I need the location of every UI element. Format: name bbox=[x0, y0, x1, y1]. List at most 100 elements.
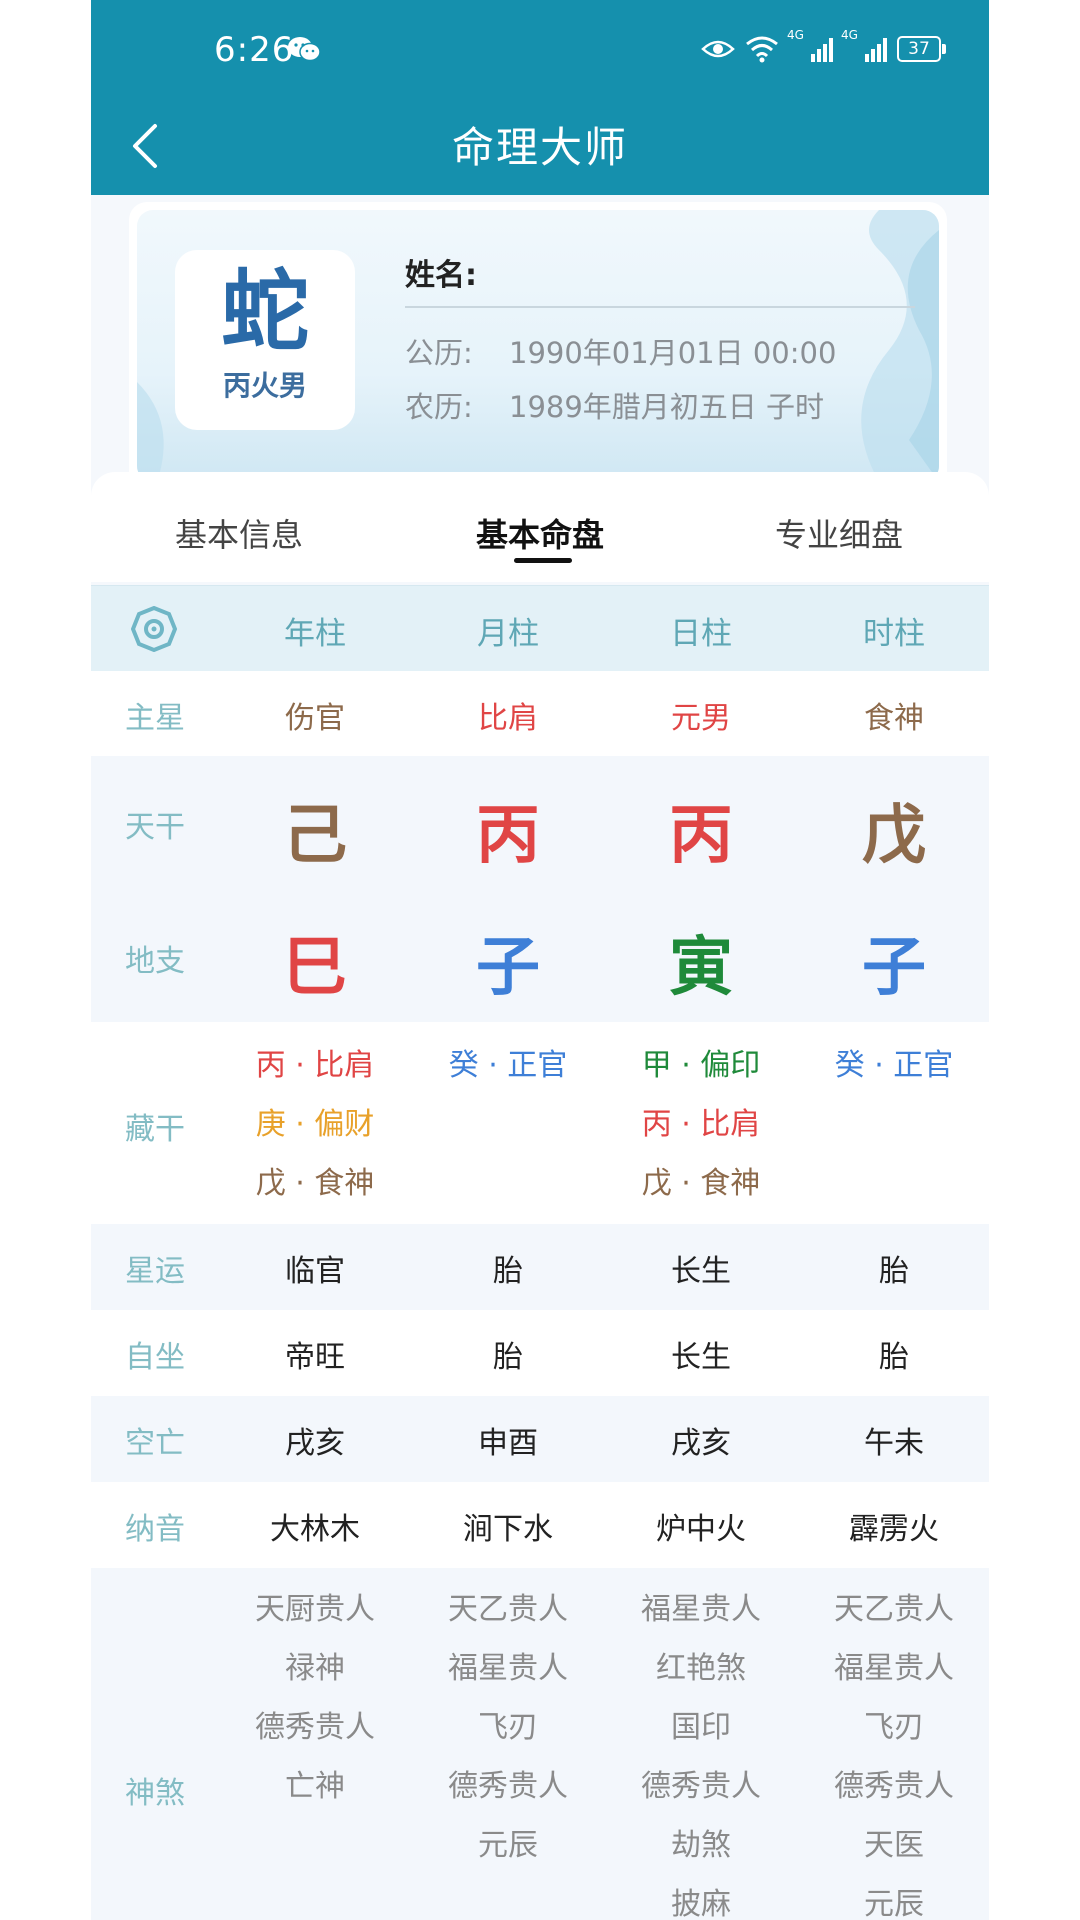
list-item: 戊 · 食神 bbox=[255, 1166, 375, 1201]
list-item: 庚 · 偏财 bbox=[255, 1107, 375, 1142]
row-stems-branches: 天干 己 丙 丙 戊 地支 巳 子 寅 子 bbox=[91, 756, 989, 1022]
wifi-icon bbox=[746, 36, 778, 63]
self-seat-hour: 胎 bbox=[879, 1340, 909, 1375]
list-item: 劫煞 bbox=[671, 1828, 731, 1863]
row-label: 空亡 bbox=[125, 1426, 185, 1461]
row-main-star: 主星 伤官 比肩 元男 食神 bbox=[91, 671, 989, 756]
row-star-fortune: 星运 临官 胎 长生 胎 bbox=[91, 1224, 989, 1310]
void-month: 申酉 bbox=[478, 1426, 538, 1461]
hidden-stems-hour: 癸 · 正官 bbox=[804, 1036, 984, 1095]
top-bar: 6:26 4G 4G 37 命理大师 bbox=[91, 0, 989, 195]
profile-card-inner: 蛇 丙火男 姓名: 公历: 1990年01月01日 00:00 农历: 1989年腊… bbox=[137, 210, 939, 482]
wechat-icon bbox=[288, 37, 321, 62]
row-label: 主星 bbox=[125, 701, 185, 736]
row-void: 空亡 戌亥 申酉 戌亥 午未 bbox=[91, 1396, 989, 1482]
list-item: 戊 · 食神 bbox=[641, 1166, 761, 1201]
list-item: 飞刃 bbox=[478, 1710, 538, 1745]
heavenly-stem-day: 丙 bbox=[669, 799, 733, 873]
row-label: 藏干 bbox=[125, 1112, 185, 1147]
list-item: 元辰 bbox=[478, 1828, 538, 1863]
lunar-date-row: 农历: 1989年腊月初五日 子时 bbox=[405, 384, 915, 424]
self-seat-year: 帝旺 bbox=[285, 1340, 345, 1375]
status-bar: 6:26 4G 4G 37 bbox=[91, 0, 989, 100]
list-item: 披麻 bbox=[671, 1887, 731, 1920]
lunar-label: 农历: bbox=[405, 390, 473, 424]
list-item: 丙 · 比肩 bbox=[255, 1048, 375, 1083]
nayin-day: 炉中火 bbox=[656, 1512, 746, 1547]
app-screen: 6:26 4G 4G 37 命理大师 蛇 丙火男 姓名: 公历: 1990年01… bbox=[91, 0, 989, 1920]
zodiac-character: 蛇 bbox=[220, 260, 309, 363]
list-item: 福星贵人 bbox=[448, 1651, 568, 1686]
list-item: 德秀贵人 bbox=[641, 1769, 761, 1804]
tab-basic-chart[interactable]: 基本命盘 bbox=[476, 510, 604, 556]
earthly-branch-hour: 子 bbox=[862, 931, 926, 1005]
list-item: 元辰 bbox=[864, 1887, 924, 1920]
hidden-stems-day: 甲 · 偏印丙 · 比肩戊 · 食神 bbox=[611, 1036, 791, 1213]
star-fortune-day: 长生 bbox=[671, 1254, 731, 1289]
shensha-hour: 天乙贵人 福星贵人 飞刃 德秀贵人 天医 元辰 bbox=[804, 1580, 984, 1920]
solar-label: 公历: bbox=[405, 336, 473, 370]
status-time: 6:26 bbox=[214, 30, 295, 70]
tab-professional-chart[interactable]: 专业细盘 bbox=[775, 510, 903, 556]
row-label: 神煞 bbox=[125, 1776, 185, 1811]
name-row: 姓名: bbox=[405, 250, 915, 308]
zodiac-badge: 蛇 丙火男 bbox=[175, 250, 355, 430]
status-icons: 4G 4G 37 bbox=[701, 28, 946, 68]
list-item: 国印 bbox=[671, 1710, 731, 1745]
hidden-stems-year: 丙 · 比肩庚 · 偏财戊 · 食神 bbox=[225, 1036, 405, 1213]
list-item: 飞刃 bbox=[864, 1710, 924, 1745]
star-fortune-hour: 胎 bbox=[879, 1254, 909, 1289]
column-day: 日柱 bbox=[670, 616, 732, 652]
list-item: 天厨贵人 bbox=[255, 1592, 375, 1627]
void-day: 戌亥 bbox=[671, 1426, 731, 1461]
earthly-branch-year: 巳 bbox=[283, 931, 347, 1005]
list-item: 丙 · 比肩 bbox=[641, 1107, 761, 1142]
main-star-day: 元男 bbox=[671, 701, 731, 736]
signal-icon-2: 4G bbox=[841, 28, 887, 62]
row-label: 星运 bbox=[125, 1254, 185, 1289]
star-fortune-month: 胎 bbox=[493, 1254, 523, 1289]
row-label: 纳音 bbox=[125, 1512, 185, 1547]
signal-icon-1: 4G bbox=[787, 28, 833, 62]
solar-date-row: 公历: 1990年01月01日 00:00 bbox=[405, 330, 915, 370]
row-nayin: 纳音 大林木 涧下水 炉中火 霹雳火 bbox=[91, 1482, 989, 1568]
shensha-day: 福星贵人红艳煞国印德秀贵人劫煞披麻 bbox=[611, 1580, 791, 1920]
name-label: 姓名: bbox=[405, 258, 477, 293]
main-star-year: 伤官 bbox=[285, 701, 345, 736]
tab-bar: 基本信息 基本命盘 专业细盘 bbox=[91, 472, 989, 582]
row-hidden-stems: 藏干 丙 · 比肩庚 · 偏财戊 · 食神 癸 · 正官 甲 · 偏印丙 · 比… bbox=[91, 1022, 989, 1224]
battery-icon: 37 bbox=[897, 36, 946, 62]
profile-card: 蛇 丙火男 姓名: 公历: 1990年01月01日 00:00 农历: 1989年腊… bbox=[129, 202, 947, 492]
row-self-seat: 自坐 帝旺 胎 长生 胎 bbox=[91, 1310, 989, 1396]
lunar-value: 1989年腊月初五日 子时 bbox=[509, 390, 825, 424]
row-label: 地支 bbox=[125, 944, 185, 979]
list-item: 亡神 bbox=[285, 1769, 345, 1804]
list-item: 福星贵人 bbox=[641, 1592, 761, 1627]
list-item: 天乙贵人 bbox=[834, 1592, 954, 1627]
list-item: 德秀贵人 bbox=[448, 1769, 568, 1804]
nayin-hour: 霹雳火 bbox=[849, 1512, 939, 1547]
eye-icon bbox=[701, 40, 735, 58]
pillar-header-row: 年柱 月柱 日柱 时柱 bbox=[91, 585, 989, 672]
list-item: 福星贵人 bbox=[834, 1651, 954, 1686]
list-item: 红艳煞 bbox=[656, 1651, 746, 1686]
list-item: 癸 · 正官 bbox=[834, 1048, 954, 1083]
list-item: 德秀贵人 bbox=[255, 1710, 375, 1745]
shensha-month: 天乙贵人 福星贵人 飞刃 德秀贵人 元辰 bbox=[418, 1580, 598, 1875]
network-type-label-1: 4G bbox=[787, 28, 804, 42]
column-hour: 时柱 bbox=[863, 616, 925, 652]
list-item: 天医 bbox=[864, 1828, 924, 1863]
self-seat-day: 长生 bbox=[671, 1340, 731, 1375]
void-hour: 午未 bbox=[864, 1426, 924, 1461]
tab-basic-info[interactable]: 基本信息 bbox=[175, 510, 303, 556]
column-year: 年柱 bbox=[284, 616, 346, 652]
nav-bar: 命理大师 bbox=[91, 100, 989, 195]
star-fortune-year: 临官 bbox=[285, 1254, 345, 1289]
active-tab-indicator bbox=[514, 558, 572, 563]
bagua-icon bbox=[131, 606, 177, 652]
profile-info: 姓名: 公历: 1990年01月01日 00:00 农历: 1989年腊月初五日 子… bbox=[405, 250, 915, 424]
column-month: 月柱 bbox=[477, 616, 539, 652]
heavenly-stem-year: 己 bbox=[283, 799, 347, 873]
nayin-month: 涧下水 bbox=[463, 1512, 553, 1547]
solar-value: 1990年01月01日 00:00 bbox=[509, 336, 837, 370]
